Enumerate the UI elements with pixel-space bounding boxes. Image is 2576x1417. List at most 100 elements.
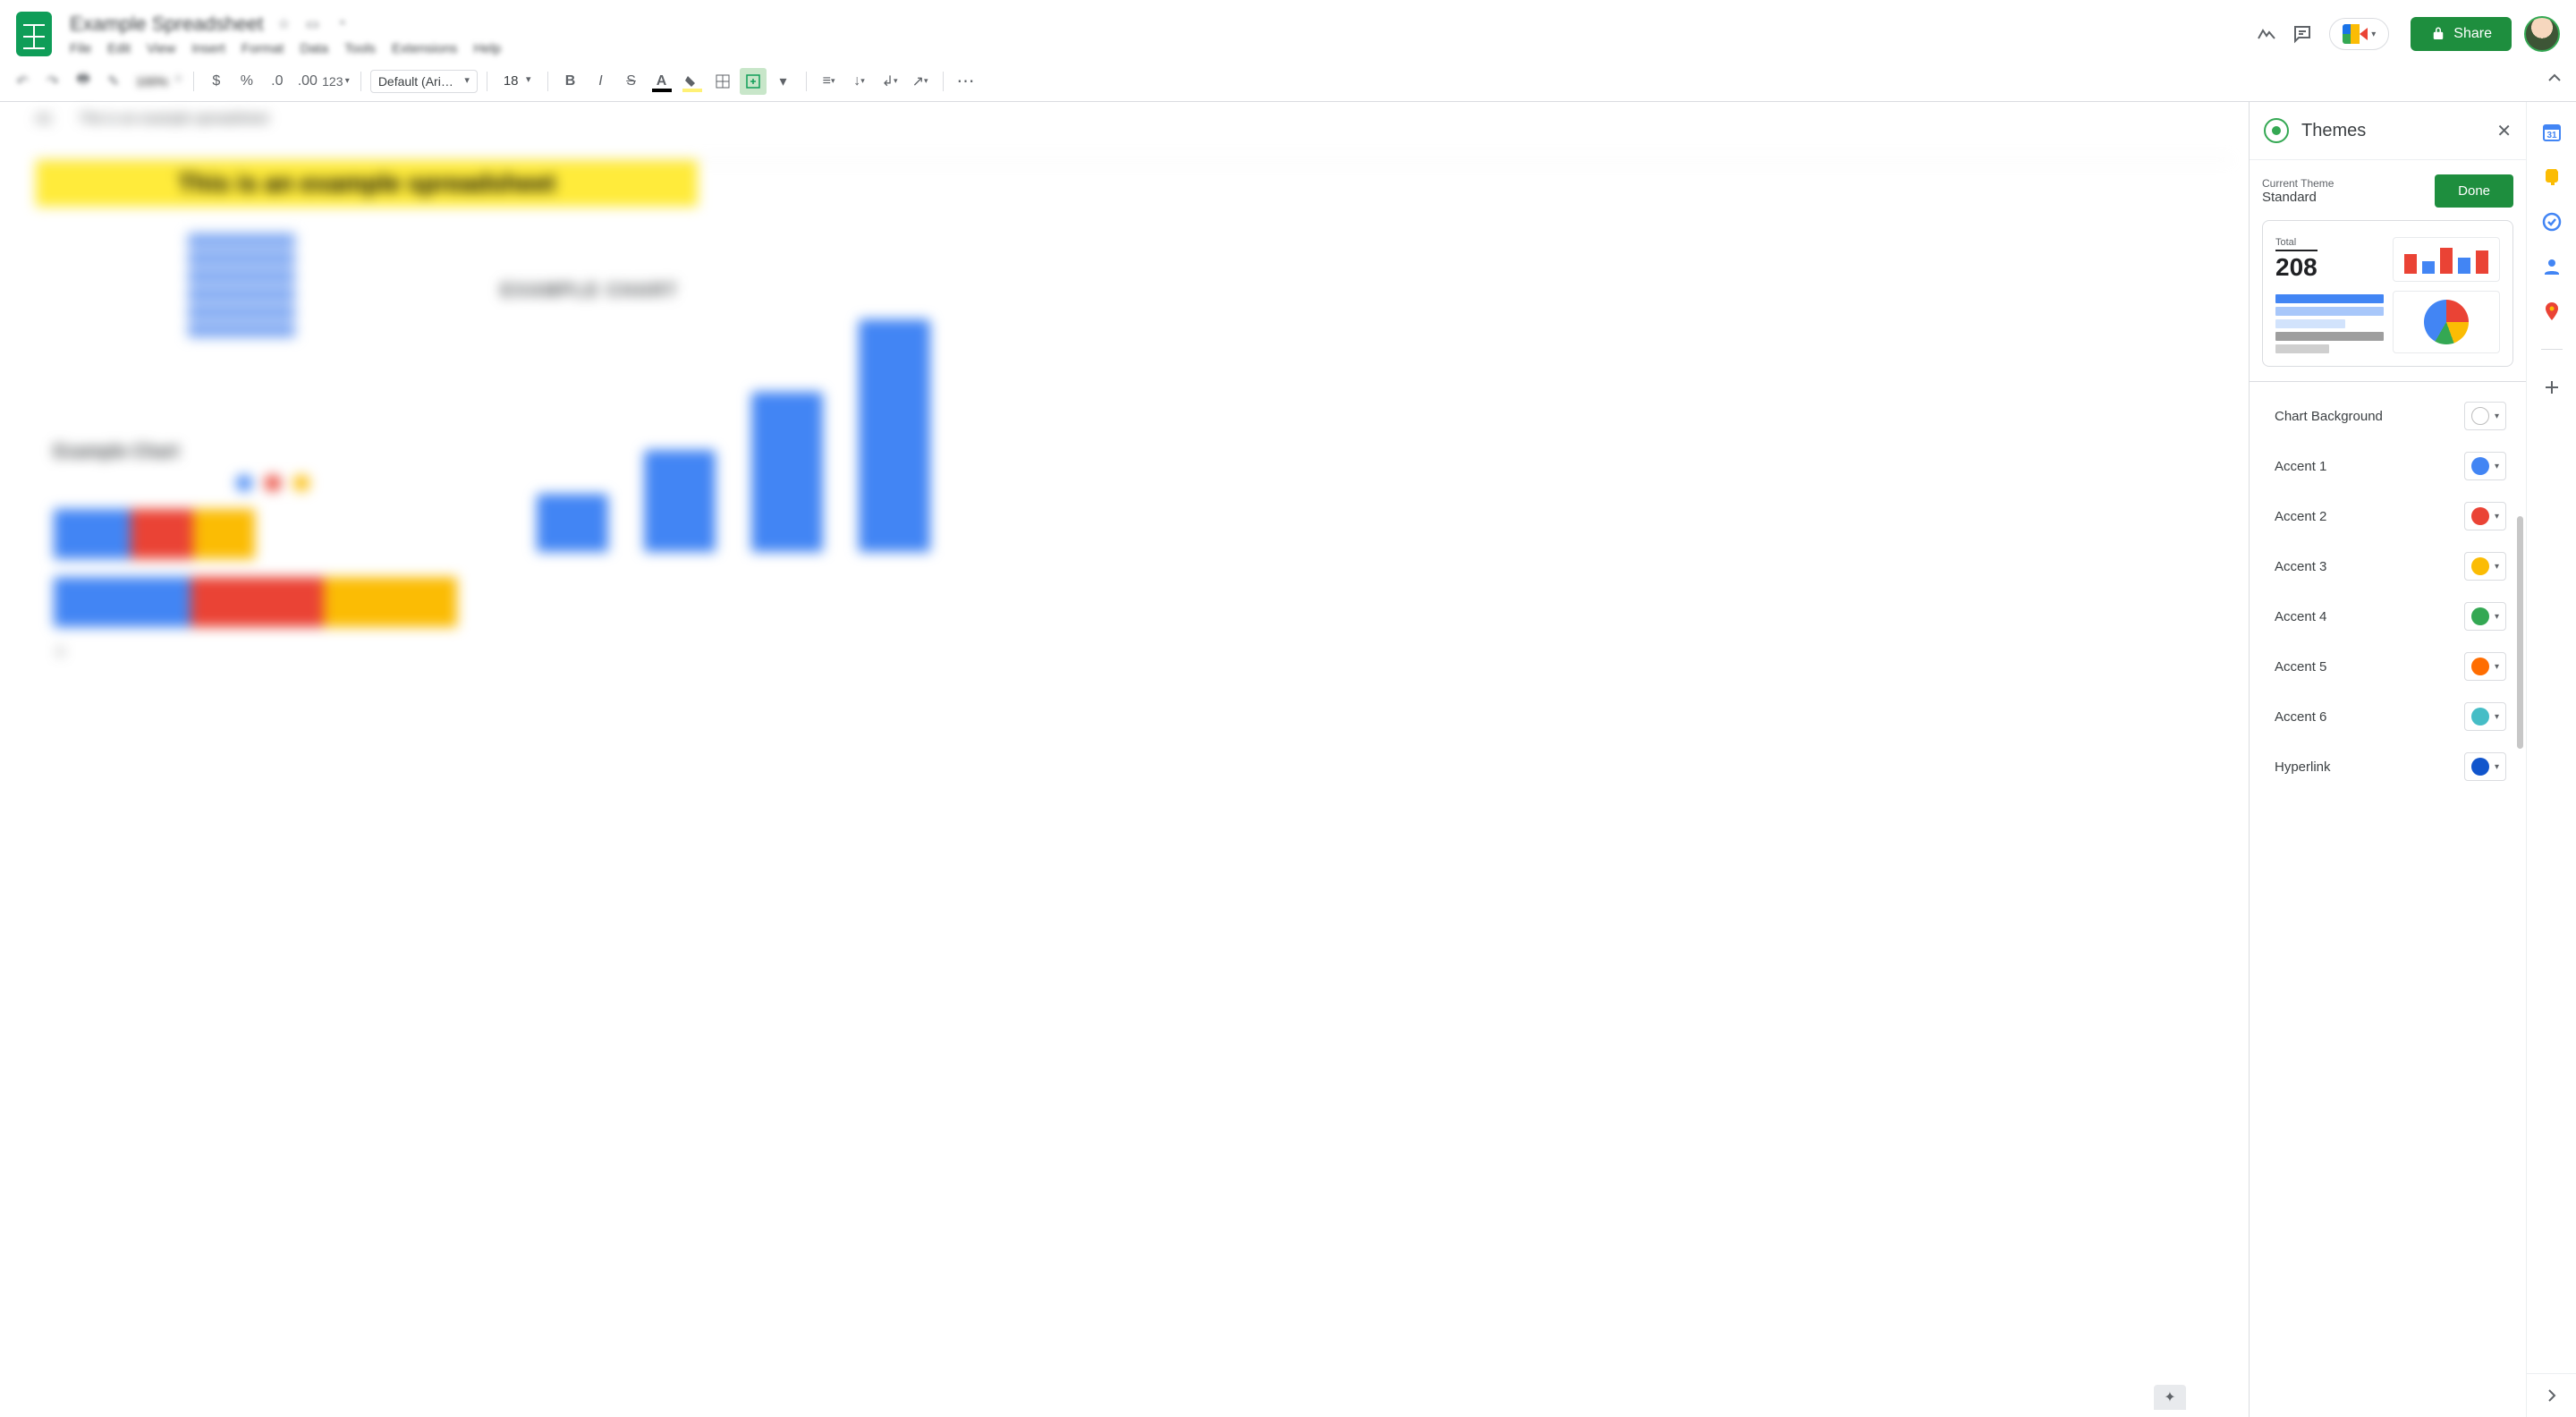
strikethrough-button[interactable]: S (618, 68, 645, 95)
cell-reference[interactable]: A1 (36, 111, 52, 126)
cloud-status-icon[interactable]: ◔ (333, 16, 349, 32)
menu-view[interactable]: View (147, 41, 175, 56)
share-button[interactable]: Share (2411, 17, 2512, 51)
color-picker[interactable]: ▾ (2464, 652, 2506, 681)
formula-bar[interactable]: A1 This is an example spreadsheet (36, 111, 2231, 126)
percent-button[interactable]: % (233, 68, 260, 95)
menu-edit[interactable]: Edit (107, 41, 131, 56)
color-picker[interactable]: ▾ (2464, 502, 2506, 530)
move-icon[interactable]: ▭ (304, 16, 320, 32)
bold-button[interactable]: B (557, 68, 584, 95)
separator (547, 72, 548, 91)
paint-format-button[interactable]: ✎ (100, 68, 127, 95)
font-select[interactable]: Default (Ari… (370, 70, 478, 93)
meet-icon (2343, 24, 2368, 44)
theme-options: Chart Background▾Accent 1▾Accent 2▾Accen… (2250, 382, 2526, 1417)
fill-color-button[interactable] (679, 68, 706, 95)
maps-icon[interactable] (2541, 301, 2563, 322)
text-rotation-button[interactable]: ↗▾ (907, 68, 934, 95)
scrollbar-thumb[interactable] (2517, 516, 2523, 749)
theme-option-label: Hyperlink (2275, 759, 2331, 775)
title-block: Example Spreadsheet ☆ ▭ ◔ File Edit View… (70, 13, 501, 56)
italic-button[interactable]: I (588, 68, 614, 95)
keep-icon[interactable] (2541, 166, 2563, 188)
doc-title[interactable]: Example Spreadsheet (70, 13, 263, 36)
chevron-down-icon: ▾ (2495, 462, 2499, 471)
theme-option-label: Accent 1 (2275, 459, 2326, 474)
sheets-logo-icon[interactable] (16, 12, 52, 56)
decrease-decimal-button[interactable]: .0 (264, 68, 291, 95)
panel-title: Themes (2301, 121, 2484, 141)
sheet-content: A1 This is an example spreadsheet This i… (0, 102, 2249, 1417)
chart-bars (501, 319, 966, 552)
print-button[interactable]: 🖶 (70, 68, 97, 95)
undo-button[interactable]: ↶ (9, 68, 36, 95)
theme-option-row: Accent 1 ▾ (2250, 441, 2526, 491)
color-swatch (2471, 507, 2489, 525)
font-size-select[interactable]: 18 (496, 70, 538, 92)
color-picker[interactable]: ▾ (2464, 402, 2506, 430)
theme-option-label: Accent 5 (2275, 659, 2326, 675)
menu-tools[interactable]: Tools (344, 41, 376, 56)
rail-divider (2541, 349, 2563, 350)
menu-help[interactable]: Help (473, 41, 501, 56)
collapse-toolbar-button[interactable] (2546, 70, 2563, 92)
tasks-icon[interactable] (2541, 211, 2563, 233)
color-swatch (2471, 758, 2489, 776)
close-panel-button[interactable]: ✕ (2496, 120, 2512, 142)
activity-icon[interactable] (2249, 16, 2284, 52)
themes-panel: Themes ✕ Current Theme Standard Done Tot… (2249, 102, 2526, 1417)
color-picker[interactable]: ▾ (2464, 602, 2506, 631)
color-picker[interactable]: ▾ (2464, 702, 2506, 731)
theme-preview-card[interactable]: Total 208 (2262, 220, 2513, 367)
sheet-area[interactable]: A1 This is an example spreadsheet This i… (0, 102, 2249, 1417)
menu-extensions[interactable]: Extensions (392, 41, 457, 56)
vertical-align-button[interactable]: ↓▾ (846, 68, 873, 95)
embedded-chart-stacked[interactable]: Example Chart 0 (54, 442, 492, 710)
comments-icon[interactable] (2284, 16, 2320, 52)
app-bar: Example Spreadsheet ☆ ▭ ◔ File Edit View… (0, 0, 2576, 61)
done-button[interactable]: Done (2435, 174, 2513, 208)
theme-option-label: Accent 6 (2275, 709, 2326, 725)
menu-format[interactable]: Format (242, 41, 284, 56)
formula-input[interactable]: This is an example spreadsheet (79, 111, 268, 126)
add-addon-button[interactable] (2541, 377, 2563, 398)
menu-file[interactable]: File (70, 41, 91, 56)
zoom-select[interactable]: 100% (131, 71, 184, 92)
color-picker[interactable]: ▾ (2464, 752, 2506, 781)
menu-insert[interactable]: Insert (191, 41, 225, 56)
menu-data[interactable]: Data (300, 41, 328, 56)
hide-rail-button[interactable] (2527, 1373, 2576, 1417)
meet-button[interactable]: ▾ (2329, 18, 2389, 50)
color-picker[interactable]: ▾ (2464, 452, 2506, 480)
theme-option-row: Hyperlink ▾ (2250, 742, 2526, 792)
right-rail: 31 (2526, 102, 2576, 1417)
theme-option-label: Accent 3 (2275, 559, 2326, 574)
currency-button[interactable]: $ (203, 68, 230, 95)
star-icon[interactable]: ☆ (275, 16, 292, 32)
theme-icon (2264, 118, 2289, 143)
highlighted-cell[interactable]: This is an example spreadsheet (36, 160, 698, 207)
embedded-chart-columns[interactable]: EXAMPLE CHART (501, 281, 966, 576)
horizontal-align-button[interactable]: ≡▾ (816, 68, 843, 95)
chevron-down-icon: ▾ (2495, 612, 2499, 622)
contacts-icon[interactable] (2541, 256, 2563, 277)
borders-button[interactable] (709, 68, 736, 95)
text-wrap-button[interactable]: ↲▾ (877, 68, 903, 95)
explore-button[interactable]: ✦ (2154, 1385, 2186, 1410)
panel-header: Themes ✕ (2250, 102, 2526, 160)
account-avatar[interactable] (2524, 16, 2560, 52)
merge-cells-button[interactable] (740, 68, 767, 95)
color-swatch (2471, 557, 2489, 575)
redo-button[interactable]: ↷ (39, 68, 66, 95)
increase-decimal-button[interactable]: .00 (294, 68, 321, 95)
merge-dropdown[interactable]: ▾ (770, 68, 797, 95)
calendar-icon[interactable]: 31 (2541, 122, 2563, 143)
svg-text:31: 31 (2546, 131, 2557, 140)
more-formats-button[interactable]: 123 (325, 68, 352, 95)
separator (360, 72, 361, 91)
color-picker[interactable]: ▾ (2464, 552, 2506, 581)
text-color-button[interactable]: A (648, 68, 675, 95)
more-toolbar-button[interactable]: ⋯ (953, 68, 979, 95)
theme-option-row: Chart Background▾ (2250, 391, 2526, 441)
